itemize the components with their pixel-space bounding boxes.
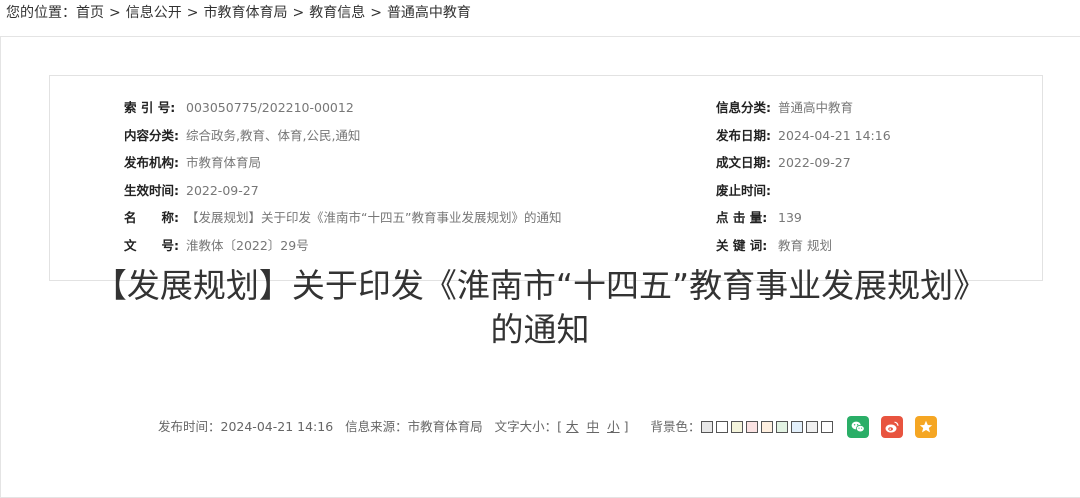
meta-label: 废止时间: (716, 182, 771, 198)
meta-click-count: 点 击 量: 139 (716, 204, 891, 232)
bg-color-swatch[interactable] (790, 421, 803, 433)
meta-written-date: 成文日期: 2022-09-27 (716, 149, 891, 177)
wechat-share-icon[interactable] (846, 416, 869, 438)
font-size-medium-button[interactable]: 中 (587, 419, 600, 434)
meta-value: 普通高中教育 (778, 100, 854, 115)
breadcrumb-separator: > (109, 5, 121, 21)
meta-label: 成文日期: (716, 155, 771, 171)
meta-value: 综合政务,教育、体育,公民,通知 (186, 127, 361, 143)
meta-value: 【发展规划】关于印发《淮南市“十四五”教育事业发展规划》的通知 (186, 210, 562, 226)
meta-value: 淮教体〔2022〕29号 (186, 237, 309, 253)
breadcrumb: 您的位置：首页 > 信息公开 > 市教育体育局 > 教育信息 > 普通高中教育 (6, 2, 471, 22)
meta-abolish-date: 废止时间: (716, 177, 891, 205)
meta-value: 2024-04-21 14:16 (778, 127, 891, 143)
font-size-close-bracket: ] (623, 419, 629, 434)
publish-time: 发布时间：2024-04-21 14:16 (158, 419, 334, 434)
breadcrumb-info-public[interactable]: 信息公开 (126, 5, 182, 21)
info-source: 信息来源：市教育体育局 (345, 419, 483, 434)
meta-label: 生效时间: (124, 182, 179, 198)
bg-color-swatch[interactable] (715, 421, 728, 433)
article-title-line-2: 的通知 (490, 310, 590, 349)
favorite-star-icon[interactable] (914, 416, 937, 438)
meta-label: 发布日期: (716, 127, 771, 143)
font-size-label: 文字大小：[ (494, 419, 563, 434)
meta-index-number: 索 引 号: 003050775/202210-00012 (124, 94, 561, 122)
breadcrumb-education-info[interactable]: 教育信息 (309, 5, 365, 21)
meta-value: 003050775/202210-00012 (186, 100, 354, 115)
breadcrumb-home[interactable]: 首页 (76, 5, 104, 21)
meta-label: 内容分类: (124, 127, 179, 143)
meta-content-category: 内容分类: 综合政务,教育、体育,公民,通知 (124, 122, 561, 150)
meta-info-category: 信息分类: 普通高中教育 (716, 94, 891, 122)
meta-effective-date: 生效时间: 2022-09-27 (124, 177, 561, 205)
breadcrumb-separator: > (370, 5, 382, 21)
font-size-small-button[interactable]: 小 (607, 419, 620, 434)
article-title-line-1: 【发展规划】关于印发《淮南市“十四五”教育事业发展规划》 (93, 266, 987, 305)
breadcrumb-prefix: 您的位置： (6, 5, 76, 21)
bg-color-swatch[interactable] (745, 421, 758, 433)
article-info-bar: 发布时间：2024-04-21 14:16 信息来源：市教育体育局 文字大小：[… (158, 412, 949, 442)
meta-right-column: 信息分类: 普通高中教育 发布日期: 2024-04-21 14:16 成文日期: 2… (716, 94, 891, 260)
meta-label: 关 键 词: (716, 237, 768, 253)
meta-value: 2022-09-27 (186, 182, 259, 198)
meta-label: 文 号: (124, 237, 179, 253)
meta-value: 教育 规划 (778, 237, 832, 253)
bg-color-swatch[interactable] (820, 421, 833, 433)
breadcrumb-separator: > (292, 5, 305, 21)
meta-label: 名 称: (124, 210, 179, 226)
breadcrumb-high-school-education[interactable]: 普通高中教育 (387, 5, 471, 21)
meta-document-number: 文 号: 淮教体〔2022〕29号 (124, 232, 561, 260)
breadcrumb-education-bureau[interactable]: 市教育体育局 (203, 5, 287, 21)
bg-color-swatches (700, 421, 833, 433)
bg-color-swatch[interactable] (730, 421, 743, 433)
bg-color-swatch[interactable] (760, 421, 773, 433)
meta-label: 发布机构: (124, 155, 179, 171)
meta-publish-date: 发布日期: 2024-04-21 14:16 (716, 122, 891, 150)
meta-label: 索 引 号: (124, 100, 176, 115)
meta-value: 市教育体育局 (186, 155, 262, 171)
meta-publisher: 发布机构: 市教育体育局 (124, 149, 561, 177)
bg-color-swatch[interactable] (700, 421, 713, 433)
meta-keywords: 关 键 词: 教育 规划 (716, 232, 891, 260)
meta-left-column: 索 引 号: 003050775/202210-00012 内容分类: 综合政务,教… (124, 94, 561, 260)
bg-color-swatch[interactable] (775, 421, 788, 433)
meta-value: 2022-09-27 (778, 155, 851, 171)
bg-color-label: 背景色： (650, 419, 701, 434)
bg-color-swatch[interactable] (805, 421, 818, 433)
meta-label: 点 击 量: (716, 210, 768, 226)
font-size-control: 文字大小：[大中小] (495, 412, 629, 442)
meta-label: 信息分类: (716, 100, 771, 115)
weibo-share-icon[interactable] (880, 416, 903, 438)
article-title: 【发展规划】关于印发《淮南市“十四五”教育事业发展规划》 的通知 (0, 264, 1080, 352)
breadcrumb-separator: > (186, 5, 199, 21)
meta-document-name: 名 称: 【发展规划】关于印发《淮南市“十四五”教育事业发展规划》的通知 (124, 204, 561, 232)
meta-value: 139 (778, 210, 802, 226)
document-meta-box: 索 引 号: 003050775/202210-00012 内容分类: 综合政务,教… (49, 75, 1043, 281)
font-size-large-button[interactable]: 大 (566, 419, 579, 434)
